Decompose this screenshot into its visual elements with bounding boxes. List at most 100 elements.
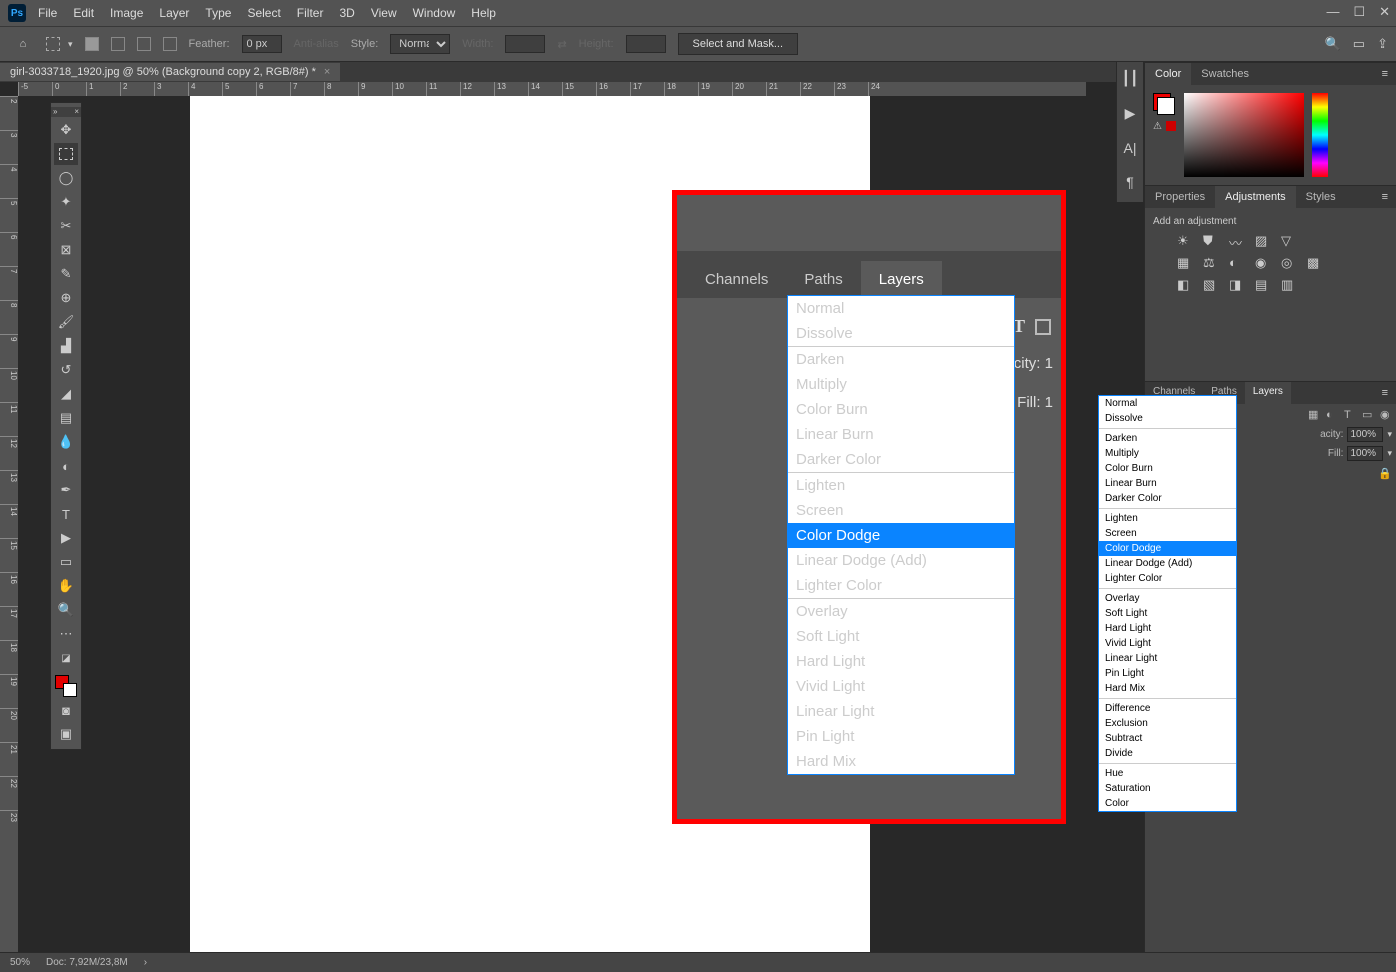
blend-option-hue[interactable]: Hue [1099,766,1236,781]
tab-styles[interactable]: Styles [1296,186,1346,208]
magic-wand-tool[interactable]: ✦ [54,191,78,213]
home-icon[interactable]: ⌂ [12,35,34,53]
search-icon[interactable]: 🔍 [1325,36,1341,52]
colorlookup-adj-icon[interactable]: ▩ [1307,255,1323,271]
marquee-tool[interactable] [54,143,78,165]
menu-edit[interactable]: Edit [73,6,94,20]
adjustments-panel-menu-icon[interactable]: ≡ [1374,186,1396,208]
blend-option-darken[interactable]: Darken [1099,431,1236,446]
close-icon[interactable]: ✕ [1379,4,1390,20]
marquee-preset[interactable]: ▾ [46,37,73,51]
blend-option-overlay[interactable]: Overlay [1099,591,1236,606]
blend-option-saturation[interactable]: Saturation [1099,781,1236,796]
zoom-tab-layers[interactable]: Layers [861,261,942,298]
clone-stamp-tool[interactable]: ▟ [54,335,78,357]
blend-option-soft-light[interactable]: Soft Light [1099,606,1236,621]
blend-option-linear-dodge-add-[interactable]: Linear Dodge (Add) [1099,556,1236,571]
menu-select[interactable]: Select [247,6,280,20]
bw-adj-icon[interactable]: ◐ [1229,255,1245,271]
zoom-blend-option-darker-color[interactable]: Darker Color [788,447,1014,472]
gamut-color-icon[interactable] [1166,121,1176,131]
zoom-filter-shape-icon[interactable] [1035,319,1051,335]
zoom-blend-mode-dropdown[interactable]: NormalDissolveDarkenMultiplyColor BurnLi… [787,295,1015,775]
color-chip[interactable] [1153,93,1175,115]
actions-panel-icon[interactable]: ▶ [1125,105,1136,122]
menu-filter[interactable]: Filter [297,6,324,20]
move-tool[interactable]: ✥ [54,119,78,141]
exposure-adj-icon[interactable]: ▨ [1255,233,1271,249]
blend-option-lighten[interactable]: Lighten [1099,511,1236,526]
feather-input[interactable] [242,35,282,53]
frame-tool[interactable]: ⊠ [54,239,78,261]
status-arrow-icon[interactable]: › [144,957,147,968]
posterize-adj-icon[interactable]: ▧ [1203,277,1219,293]
character-panel-icon[interactable]: A| [1124,140,1137,156]
zoom-blend-option-lighter-color[interactable]: Lighter Color [788,573,1014,598]
zoom-level[interactable]: 50% [10,957,30,968]
layers-panel-menu-icon[interactable]: ≡ [1374,382,1396,404]
blend-option-color-burn[interactable]: Color Burn [1099,461,1236,476]
levels-adj-icon[interactable]: ⛊ [1203,233,1219,249]
blend-option-multiply[interactable]: Multiply [1099,446,1236,461]
blend-option-linear-burn[interactable]: Linear Burn [1099,476,1236,491]
zoom-blend-option-linear-light[interactable]: Linear Light [788,699,1014,724]
tab-swatches[interactable]: Swatches [1191,63,1259,85]
zoom-blend-option-lighten[interactable]: Lighten [788,473,1014,498]
pen-tool[interactable]: ✒ [54,479,78,501]
blend-option-lighter-color[interactable]: Lighter Color [1099,571,1236,586]
healing-brush-tool[interactable]: ⊕ [54,287,78,309]
menu-type[interactable]: Type [205,6,231,20]
invert-adj-icon[interactable]: ◧ [1177,277,1193,293]
gamut-warning-icon[interactable]: ⚠ [1153,121,1162,132]
blend-option-vivid-light[interactable]: Vivid Light [1099,636,1236,651]
maximize-icon[interactable]: ☐ [1353,4,1365,20]
gradient-tool[interactable]: ▤ [54,407,78,429]
color-swatches[interactable] [55,675,77,697]
crop-tool[interactable]: ✂ [54,215,78,237]
eyedropper-tool[interactable]: ✎ [54,263,78,285]
zoom-blend-option-hard-light[interactable]: Hard Light [788,649,1014,674]
colorbalance-adj-icon[interactable]: ⚖ [1203,255,1219,271]
filter-pixel-icon[interactable]: ▦ [1308,408,1320,421]
zoom-blend-option-pin-light[interactable]: Pin Light [788,724,1014,749]
hue-adj-icon[interactable]: ▦ [1177,255,1193,271]
brush-tool[interactable]: 🖌 [54,311,78,333]
blend-option-difference[interactable]: Difference [1099,701,1236,716]
select-and-mask-button[interactable]: Select and Mask... [678,33,799,55]
blend-option-color[interactable]: Color [1099,796,1236,811]
selection-mode-intersect[interactable] [163,37,177,51]
dodge-tool[interactable]: ◐ [54,455,78,477]
fill-input[interactable] [1347,446,1383,461]
blend-option-hard-light[interactable]: Hard Light [1099,621,1236,636]
path-selection-tool[interactable]: ▶ [54,527,78,549]
lock-icon[interactable]: 🔒 [1378,467,1392,480]
vibrance-adj-icon[interactable]: ▽ [1281,233,1297,249]
zoom-blend-option-dissolve[interactable]: Dissolve [788,321,1014,346]
filter-smart-icon[interactable]: ◉ [1380,408,1392,421]
color-field[interactable] [1184,93,1304,177]
zoom-blend-option-color-dodge[interactable]: Color Dodge [788,523,1014,548]
tab-color[interactable]: Color [1145,63,1191,85]
brightness-adj-icon[interactable]: ☀ [1177,233,1193,249]
blend-option-color-dodge[interactable]: Color Dodge [1099,541,1236,556]
minimize-icon[interactable]: — [1326,4,1339,20]
zoom-blend-option-overlay[interactable]: Overlay [788,599,1014,624]
blend-option-darker-color[interactable]: Darker Color [1099,491,1236,506]
filter-type-icon[interactable]: T [1344,409,1356,421]
zoom-blend-option-soft-light[interactable]: Soft Light [788,624,1014,649]
threshold-adj-icon[interactable]: ◨ [1229,277,1245,293]
blend-option-subtract[interactable]: Subtract [1099,731,1236,746]
zoom-blend-option-linear-dodge-add-[interactable]: Linear Dodge (Add) [788,548,1014,573]
tab-properties[interactable]: Properties [1145,186,1215,208]
channelmixer-adj-icon[interactable]: ◎ [1281,255,1297,271]
tab-close-icon[interactable]: × [324,66,330,78]
blend-option-screen[interactable]: Screen [1099,526,1236,541]
selection-mode-new[interactable] [85,37,99,51]
hue-slider[interactable] [1312,93,1328,177]
type-tool[interactable]: T [54,503,78,525]
zoom-tool[interactable]: 🔍 [54,599,78,621]
blend-option-exclusion[interactable]: Exclusion [1099,716,1236,731]
zoom-tab-channels[interactable]: Channels [687,261,786,298]
edit-toolbar[interactable]: ⋯ [54,623,78,645]
opacity-input[interactable] [1347,427,1383,442]
